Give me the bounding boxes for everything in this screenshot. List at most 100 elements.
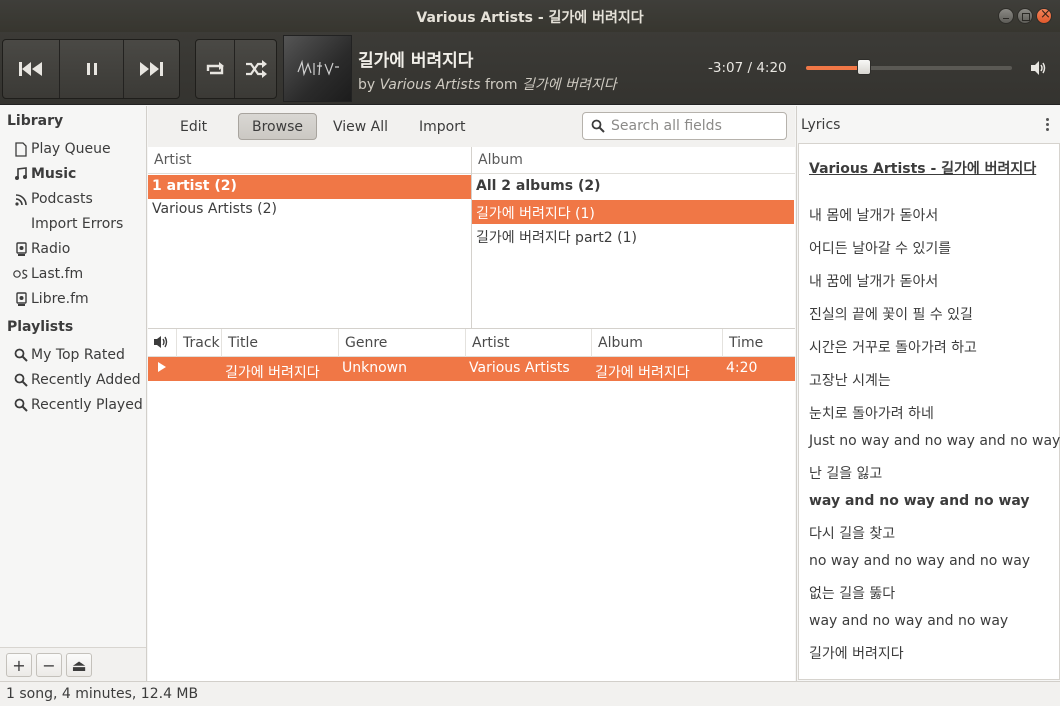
seek-progress — [806, 66, 865, 70]
lyric-line: 없는 길을 뚫다 — [809, 586, 896, 602]
sidebar-item-import-errors[interactable]: Import Errors — [12, 213, 123, 235]
search-icon — [591, 119, 605, 133]
tracklist-header: Track Title Genre Artist Album Time — [148, 328, 795, 358]
title-cell: 길가에 버려지다 — [225, 365, 320, 381]
document-icon — [12, 141, 30, 157]
sidebar-item-label: My Top Rated — [31, 347, 125, 363]
window-titlebar: Various Artists - 길가에 버려지다 — [0, 0, 1060, 32]
sidebar-item-music[interactable]: Music — [12, 163, 76, 185]
playing-column-header[interactable] — [148, 329, 177, 358]
skip-forward-icon — [140, 62, 164, 76]
lyrics-text: Various Artists - 길가에 버려지다 내 몸에 날개가 돋아서 어… — [798, 143, 1060, 680]
librefm-icon — [12, 291, 30, 307]
pause-icon — [86, 63, 97, 75]
repeat-button[interactable] — [196, 40, 236, 98]
from-prefix: from — [484, 77, 518, 93]
artist-row-all[interactable]: 1 artist (2) — [148, 175, 471, 199]
title-column-header[interactable]: Title — [222, 329, 339, 358]
mode-controls — [195, 39, 277, 99]
time-cell: 4:20 — [726, 360, 758, 376]
library-header: Library — [7, 113, 64, 129]
sidebar-item-label: Recently Played — [31, 397, 143, 413]
lyric-line: 내 꿈에 날개가 돋아서 — [809, 274, 939, 290]
sidebar-item-play-queue[interactable]: Play Queue — [12, 138, 111, 160]
sidebar-item-recently-played[interactable]: Recently Played — [12, 394, 143, 416]
seek-slider[interactable] — [806, 59, 1012, 75]
pause-button[interactable] — [60, 40, 124, 98]
window-title: Various Artists - 길가에 버려지다 — [416, 10, 644, 26]
sidebar-item-radio[interactable]: Radio — [12, 238, 70, 260]
track-column-header[interactable]: Track — [177, 329, 222, 358]
playlists-header: Playlists — [7, 319, 74, 335]
now-playing-title: 길가에 버려지다 — [358, 51, 474, 71]
table-row[interactable]: 길가에 버려지다 Unknown Various Artists 길가에 버려지… — [148, 357, 795, 381]
sidebar-item-label: Import Errors — [31, 216, 124, 232]
lyric-line: 다시 길을 찾고 — [809, 526, 896, 542]
now-playing-subtitle: by Various Artists from 길가에 버려지다 — [358, 74, 617, 94]
speaker-icon — [154, 336, 168, 348]
search-icon — [12, 372, 30, 388]
sidebar-item-label: Recently Added — [31, 372, 141, 388]
time-display: -3:07 / 4:20 — [708, 60, 787, 76]
now-playing-album: 길가에 버려지다 — [522, 77, 617, 93]
close-button[interactable] — [1036, 7, 1052, 24]
eject-button[interactable]: ⏏ — [66, 653, 92, 677]
repeat-icon — [206, 62, 225, 75]
by-prefix: by — [358, 77, 376, 93]
sidebar-item-podcasts[interactable]: Podcasts — [12, 188, 93, 210]
radio-icon — [12, 241, 30, 257]
playing-indicator-icon — [157, 361, 167, 377]
genre-column-header[interactable]: Genre — [339, 329, 466, 358]
genre-cell: Unknown — [342, 360, 407, 376]
album-row-all[interactable]: All 2 albums (2) — [472, 175, 794, 199]
playback-controls — [2, 39, 180, 99]
seek-handle[interactable] — [857, 59, 872, 75]
remove-playlist-button[interactable]: − — [36, 653, 62, 677]
previous-button[interactable] — [3, 40, 61, 98]
shuffle-icon — [245, 60, 267, 78]
sidebar-item-lastfm[interactable]: Last.fm — [12, 263, 83, 285]
sidebar-actions: + − ⏏ — [0, 647, 146, 681]
lyric-line: 내 몸에 날개가 돋아서 — [809, 208, 939, 224]
sidebar-item-label: Radio — [31, 241, 71, 257]
library-browser: Edit Browse View All Import Search all f… — [148, 106, 795, 681]
import-button[interactable]: Import — [406, 113, 478, 140]
sidebar-item-label: Play Queue — [31, 141, 111, 157]
next-button[interactable] — [124, 40, 179, 98]
volume-icon[interactable] — [1030, 60, 1046, 76]
sidebar-item-label: Libre.fm — [31, 291, 89, 307]
skip-back-icon — [19, 62, 43, 76]
search-input[interactable]: Search all fields — [582, 112, 787, 140]
lyric-line: 난 길을 잃고 — [809, 466, 883, 482]
menu-icon[interactable] — [1046, 118, 1050, 133]
search-icon — [12, 347, 30, 363]
lyric-line: way and no way and no way — [809, 613, 1009, 629]
album-column-header[interactable]: Album — [472, 147, 795, 174]
album-column-header-tracks[interactable]: Album — [592, 329, 723, 358]
time-column-header[interactable]: Time — [723, 329, 795, 358]
view-all-button[interactable]: View All — [320, 113, 401, 140]
artist-row[interactable]: Various Artists (2) — [148, 198, 471, 222]
rss-feed-icon — [12, 191, 30, 207]
sidebar: Library Play Queue Music Podcasts Import… — [0, 106, 147, 681]
shuffle-button[interactable] — [235, 40, 276, 98]
artist-column-header[interactable]: Artist — [148, 147, 471, 174]
sidebar-item-label: Music — [31, 166, 77, 182]
add-playlist-button[interactable]: + — [6, 653, 32, 677]
now-playing-artist: Various Artists — [379, 77, 481, 93]
lyric-line: Just no way and no way and no way — [809, 433, 1060, 449]
album-art-lettering — [297, 59, 339, 77]
minimize-button[interactable] — [998, 8, 1014, 24]
browse-button[interactable]: Browse — [238, 113, 317, 140]
sidebar-item-my-top-rated[interactable]: My Top Rated — [12, 344, 125, 366]
album-row[interactable]: 길가에 버려지다 (1) — [472, 200, 794, 224]
lyric-line: 어디든 날아갈 수 있기를 — [809, 241, 952, 257]
artist-column-header-tracks[interactable]: Artist — [466, 329, 592, 358]
album-row[interactable]: 길가에 버려지다 part2 (1) — [472, 224, 794, 248]
sidebar-item-recently-added[interactable]: Recently Added — [12, 369, 141, 391]
edit-button[interactable]: Edit — [167, 113, 220, 140]
sidebar-item-librefm[interactable]: Libre.fm — [12, 288, 89, 310]
search-icon — [12, 397, 30, 413]
maximize-button[interactable] — [1017, 8, 1033, 24]
album-art — [283, 35, 352, 102]
